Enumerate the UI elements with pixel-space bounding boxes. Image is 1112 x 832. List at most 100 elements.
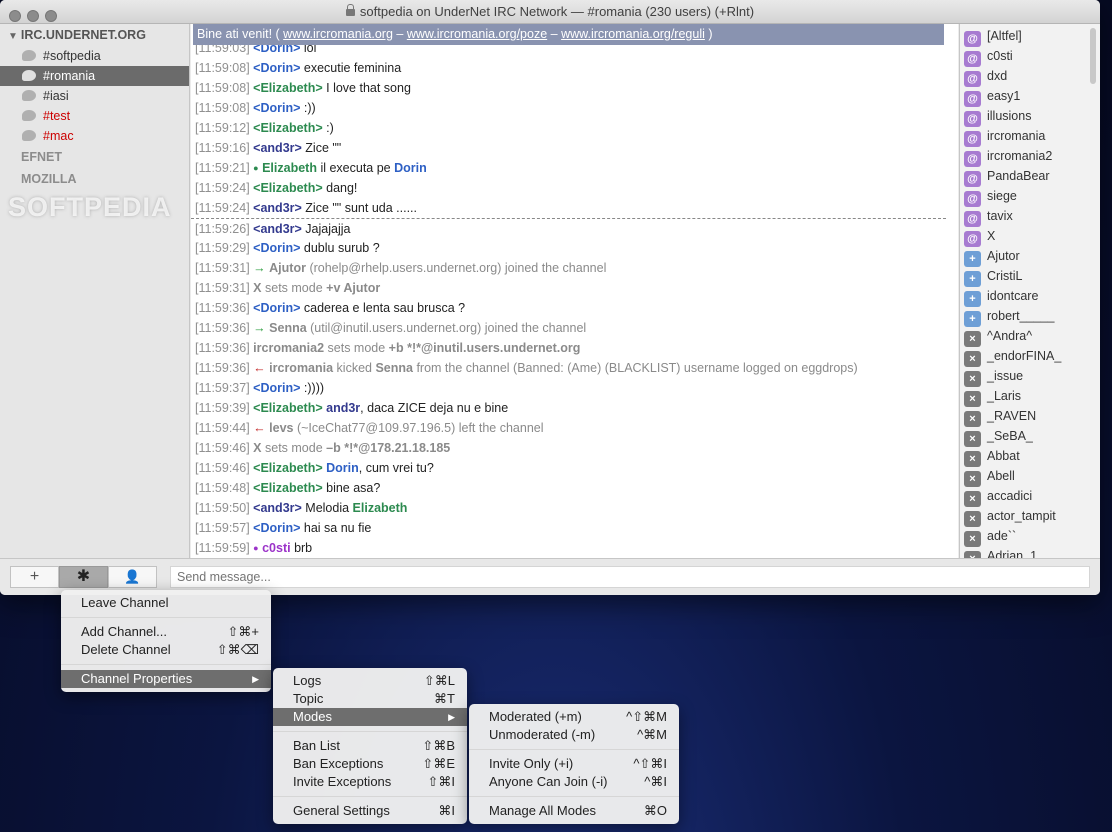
nick[interactable]: c0sti: [262, 541, 291, 555]
nick[interactable]: <Dorin>: [253, 521, 300, 535]
user-item[interactable]: × _endorFINA_: [960, 346, 1100, 367]
nick[interactable]: X: [253, 281, 261, 295]
submenu-arrow-icon: ▶: [252, 674, 259, 684]
nick[interactable]: <and3r>: [253, 222, 302, 236]
nick[interactable]: <Dorin>: [253, 101, 300, 115]
action-line: [11:59:59] ● c0sti brb: [191, 538, 946, 558]
zoom-window-button[interactable]: [45, 10, 57, 22]
minimize-window-button[interactable]: [27, 10, 39, 22]
nick[interactable]: <and3r>: [253, 501, 302, 515]
nick-mention[interactable]: and3r: [323, 401, 360, 415]
message-log[interactable]: [11:59:03] <Dorin> lol [11:59:08] <Dorin…: [191, 45, 946, 558]
user-item[interactable]: @ [Altfel]: [960, 26, 1100, 47]
topic-link[interactable]: www.ircromania.org/poze: [407, 27, 547, 41]
nick-mention[interactable]: Dorin: [394, 161, 427, 175]
user-item[interactable]: + robert_____: [960, 306, 1100, 327]
channel-mac[interactable]: #mac: [0, 126, 189, 146]
user-item[interactable]: @ illusions: [960, 106, 1100, 127]
user-item[interactable]: + idontcare: [960, 286, 1100, 307]
user-item[interactable]: × _issue: [960, 366, 1100, 387]
menu-item-anyone-can-join[interactable]: Anyone Can Join (-i) ^⌘I: [469, 773, 679, 791]
user-item[interactable]: × ^Andra^: [960, 326, 1100, 347]
menu-item-leave-channel[interactable]: Leave Channel: [61, 594, 271, 612]
user-item[interactable]: @ dxd: [960, 66, 1100, 87]
user-item[interactable]: @ ircromania: [960, 126, 1100, 147]
menu-item-invite-only[interactable]: Invite Only (+i) ^⇧⌘I: [469, 755, 679, 773]
user-item[interactable]: × ade``: [960, 526, 1100, 547]
user-item[interactable]: × _SeBA_: [960, 426, 1100, 447]
user-item[interactable]: + CristiL: [960, 266, 1100, 287]
topic-link[interactable]: www.ircromania.org/reguli: [561, 27, 705, 41]
topic-link[interactable]: www.ircromania.org: [283, 27, 393, 41]
nick[interactable]: <and3r>: [253, 201, 302, 215]
menu-item-manage-all-modes[interactable]: Manage All Modes ⌘O: [469, 802, 679, 820]
menu-item-unmoderated[interactable]: Unmoderated (-m) ^⌘M: [469, 726, 679, 744]
menu-item-general-settings[interactable]: General Settings ⌘I: [273, 802, 467, 820]
nick[interactable]: <Dorin>: [253, 241, 300, 255]
nick[interactable]: <Elizabeth>: [253, 481, 322, 495]
nick[interactable]: <Dorin>: [253, 45, 300, 55]
nick[interactable]: X: [253, 441, 261, 455]
user-item[interactable]: @ X: [960, 226, 1100, 247]
menu-item-channel-properties[interactable]: Channel Properties ▶: [61, 670, 271, 688]
message-input[interactable]: [170, 566, 1090, 588]
nick[interactable]: <Dorin>: [253, 301, 300, 315]
user-item[interactable]: @ tavix: [960, 206, 1100, 227]
nick[interactable]: ircromania2: [253, 341, 324, 355]
user-item[interactable]: × accadici: [960, 486, 1100, 507]
add-button[interactable]: +: [10, 566, 59, 588]
user-item[interactable]: + Ajutor: [960, 246, 1100, 267]
nick-mention[interactable]: Dorin: [323, 461, 359, 475]
user-item[interactable]: @ ircromania2: [960, 146, 1100, 167]
menu-item-modes[interactable]: Modes ▶: [273, 708, 467, 726]
menu-item-ban-exceptions[interactable]: Ban Exceptions ⇧⌘E: [273, 755, 467, 773]
menu-item-topic[interactable]: Topic ⌘T: [273, 690, 467, 708]
user-item[interactable]: × _RAVEN: [960, 406, 1100, 427]
nick[interactable]: <Elizabeth>: [253, 181, 322, 195]
gear-button[interactable]: ✱: [59, 566, 108, 588]
nick[interactable]: <and3r>: [253, 141, 302, 155]
nick[interactable]: ircromania: [269, 361, 333, 375]
nick-mention[interactable]: Elizabeth: [353, 501, 408, 515]
user-item[interactable]: @ siege: [960, 186, 1100, 207]
nick[interactable]: <Dorin>: [253, 381, 300, 395]
server-efnet[interactable]: EFNET: [0, 146, 189, 168]
menu-item-ban-list[interactable]: Ban List ⇧⌘B: [273, 737, 467, 755]
menu-separator: [469, 749, 679, 750]
server-undernet[interactable]: ▼ IRC.UNDERNET.ORG: [0, 24, 189, 46]
nick[interactable]: <Elizabeth>: [253, 121, 322, 135]
menu-item-logs[interactable]: Logs ⇧⌘L: [273, 672, 467, 690]
menu-item-invite-exceptions[interactable]: Invite Exceptions ⇧⌘I: [273, 773, 467, 791]
user-item[interactable]: × actor_tampit: [960, 506, 1100, 527]
nick[interactable]: Elizabeth: [262, 161, 317, 175]
nick[interactable]: Ajutor: [269, 261, 306, 275]
message-line: [11:59:24] <and3r> Zice "" sunt uda ....…: [191, 198, 946, 218]
nick[interactable]: levs: [269, 421, 293, 435]
channel-test[interactable]: #test: [0, 106, 189, 126]
user-item[interactable]: × Abell: [960, 466, 1100, 487]
channel-romania[interactable]: #romania: [0, 66, 189, 86]
nick[interactable]: Senna: [375, 361, 413, 375]
close-window-button[interactable]: [9, 10, 21, 22]
nick[interactable]: <Elizabeth>: [253, 81, 322, 95]
disclosure-triangle-icon[interactable]: ▼: [8, 31, 18, 42]
nick[interactable]: Senna: [269, 321, 307, 335]
nick[interactable]: <Elizabeth>: [253, 401, 322, 415]
nick[interactable]: <Elizabeth>: [253, 461, 322, 475]
userlist-scrollbar[interactable]: [1090, 28, 1096, 84]
user-item[interactable]: × Adrian_1: [960, 546, 1100, 558]
user-item[interactable]: @ PandaBear: [960, 166, 1100, 187]
menu-item-add-channel[interactable]: Add Channel... ⇧⌘+: [61, 623, 271, 641]
user-item[interactable]: × Abbat: [960, 446, 1100, 467]
channel-softpedia[interactable]: #softpedia: [0, 46, 189, 66]
server-mozilla[interactable]: MOZILLA: [0, 168, 189, 190]
menu-item-delete-channel[interactable]: Delete Channel ⇧⌘⌫: [61, 641, 271, 659]
channel-label: #test: [43, 109, 71, 123]
user-item[interactable]: × _Laris: [960, 386, 1100, 407]
user-item[interactable]: @ c0sti: [960, 46, 1100, 67]
user-item[interactable]: @ easy1: [960, 86, 1100, 107]
nick[interactable]: <Dorin>: [253, 61, 300, 75]
menu-item-moderated[interactable]: Moderated (+m) ^⇧⌘M: [469, 708, 679, 726]
user-button[interactable]: 👤: [108, 566, 157, 588]
channel-iasi[interactable]: #iasi: [0, 86, 189, 106]
